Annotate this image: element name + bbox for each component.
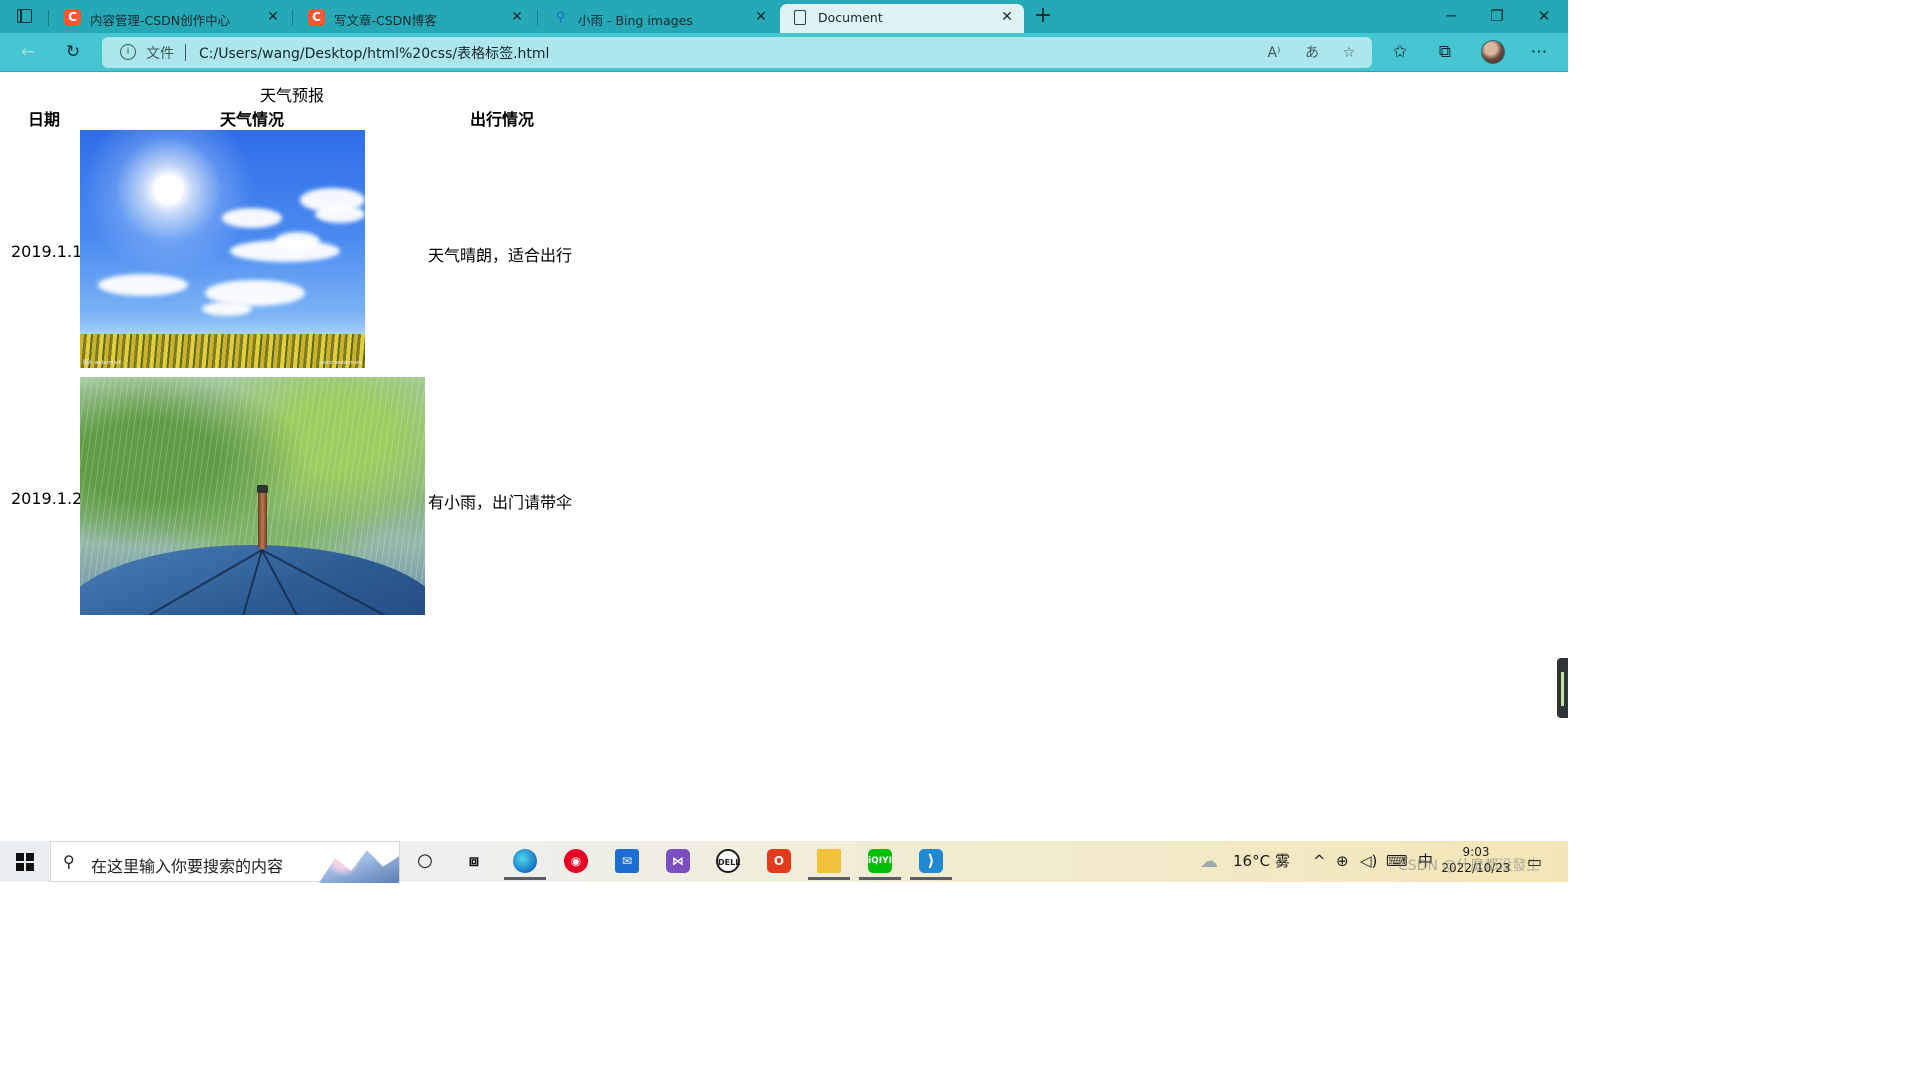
address-url[interactable]: C:/Users/wang/Desktop/html%20css/表格标签.ht… — [199, 43, 549, 63]
taskbar-search-placeholder: 在这里输入你要搜索的内容 — [91, 857, 284, 876]
taskbar-visual-studio[interactable]: ⋈ — [657, 844, 699, 880]
info-icon[interactable]: i — [120, 44, 136, 60]
tab-title: 小雨 - Bing images — [578, 13, 693, 28]
notification-icon[interactable]: ▭ — [1527, 841, 1542, 882]
network-globe-icon[interactable]: ⊕ — [1336, 841, 1349, 882]
tab-actions-icon — [17, 9, 32, 23]
row-2-travel: 有小雨，出门请带伞 — [428, 493, 573, 512]
weather-description: 雾 — [1275, 852, 1291, 870]
visual-studio-icon: ⋈ — [666, 849, 690, 873]
close-tab-icon[interactable]: ✕ — [508, 8, 526, 26]
taskbar-search[interactable]: ⚲ 在这里输入你要搜索的内容 — [50, 841, 400, 883]
browser-tab-strip: C 内容管理-CSDN创作中心 ✕ C 写文章-CSDN博客 ✕ ⚲ 小雨 - … — [0, 0, 1568, 33]
minimize-button[interactable]: ─ — [1428, 4, 1474, 28]
weather-temperature[interactable]: 16°C — [1233, 841, 1270, 882]
close-tab-icon[interactable]: ✕ — [998, 8, 1016, 26]
side-panel-handle[interactable] — [1557, 658, 1568, 718]
task-view-icon: ⧈ — [468, 851, 480, 870]
address-divider — [185, 44, 186, 61]
translate-icon[interactable]: あ — [1301, 42, 1323, 64]
running-indicator — [808, 877, 850, 880]
tab-document[interactable]: Document ✕ — [780, 4, 1024, 33]
taskbar-edge[interactable] — [504, 844, 546, 880]
back-arrow-icon[interactable]: ← — [17, 41, 39, 63]
profile-avatar[interactable] — [1481, 40, 1505, 64]
tab-title: 内容管理-CSDN创作中心 — [90, 13, 231, 28]
tab-bing-images[interactable]: ⚲ 小雨 - Bing images ✕ — [540, 4, 778, 33]
page-content: 天气预报 日期 天气情况 出行情况 2019.1.1 图片 watermark … — [0, 73, 1568, 841]
search-icon: ⚲ — [63, 852, 75, 871]
close-window-button[interactable]: ✕ — [1521, 4, 1567, 28]
taskbar-mail[interactable]: ✉ — [606, 844, 648, 880]
read-aloud-icon[interactable]: A⁾ — [1263, 42, 1285, 64]
address-bar[interactable]: i 文件 C:/Users/wang/Desktop/html%20css/表格… — [102, 37, 1372, 68]
task-view-button[interactable]: ⧈ — [453, 844, 495, 880]
csdn-watermark: CSDN @什麼都没發生 — [1398, 858, 1541, 874]
iqiyi-icon: iQIYI — [868, 849, 892, 873]
start-button[interactable] — [16, 853, 34, 871]
tab-separator — [537, 10, 538, 26]
tab-actions-menu-button[interactable] — [8, 6, 42, 28]
address-scheme-label: 文件 — [146, 46, 174, 62]
cortana-button[interactable]: ○ — [404, 844, 446, 880]
tab-title: Document — [818, 10, 883, 25]
header-weather: 天气情况 — [220, 110, 285, 129]
refresh-icon[interactable]: ↻ — [62, 41, 84, 63]
running-indicator — [859, 877, 901, 880]
tab-title: 写文章-CSDN博客 — [334, 13, 437, 28]
taskbar-netease-music[interactable]: ◉ — [555, 844, 597, 880]
new-tab-button[interactable]: + — [1031, 5, 1055, 29]
row-2-date: 2019.1.2 — [11, 489, 83, 508]
more-options-icon[interactable]: ⋯ — [1528, 41, 1550, 63]
search-icon: ⚲ — [555, 10, 566, 25]
vscode-icon: ⟩ — [919, 849, 943, 873]
search-highlight-art — [319, 850, 399, 883]
netease-music-icon: ◉ — [564, 849, 588, 873]
weather-cloud-icon[interactable]: ☁ — [1200, 841, 1226, 882]
restore-button[interactable]: ❐ — [1474, 4, 1520, 28]
running-indicator — [910, 877, 952, 880]
taskbar-dell[interactable]: DELL — [707, 844, 749, 880]
running-indicator — [504, 877, 546, 880]
table-caption: 天气预报 — [260, 86, 325, 105]
windows-logo-icon — [16, 853, 24, 861]
tab-csdn-content-management[interactable]: C 内容管理-CSDN创作中心 ✕ — [52, 4, 290, 33]
sunny-weather-image: 图片 watermark photo watermark — [80, 130, 365, 368]
document-icon — [794, 10, 806, 25]
cortana-icon: ○ — [417, 850, 433, 871]
header-date: 日期 — [28, 110, 61, 129]
close-tab-icon[interactable]: ✕ — [264, 8, 282, 26]
tab-separator — [292, 10, 293, 26]
csdn-icon: C — [308, 9, 325, 26]
tab-csdn-write-article[interactable]: C 写文章-CSDN博客 ✕ — [296, 4, 534, 33]
mail-icon: ✉ — [615, 849, 639, 873]
header-travel: 出行情况 — [470, 110, 535, 129]
folder-icon — [817, 849, 841, 873]
show-hidden-icons-icon[interactable]: ^ — [1313, 841, 1326, 882]
taskbar-vscode[interactable]: ⟩ — [910, 844, 952, 880]
office-icon: O — [767, 849, 791, 873]
browser-toolbar: ← ↻ i 文件 C:/Users/wang/Desktop/html%20cs… — [0, 33, 1568, 72]
collections-icon[interactable]: ⧉ — [1434, 41, 1456, 63]
taskbar-file-explorer[interactable] — [808, 844, 850, 880]
row-1-date: 2019.1.1 — [11, 242, 83, 261]
rainy-weather-image — [80, 377, 425, 615]
taskbar-office[interactable]: O — [758, 844, 800, 880]
dell-icon: DELL — [716, 849, 740, 873]
tab-separator — [48, 10, 49, 26]
csdn-icon: C — [64, 9, 81, 26]
row-1-travel: 天气晴朗，适合出行 — [428, 246, 573, 265]
close-tab-icon[interactable]: ✕ — [752, 8, 770, 26]
edge-icon — [513, 849, 537, 873]
favorites-icon[interactable]: ✩ — [1389, 41, 1411, 63]
volume-icon[interactable]: ◁) — [1360, 841, 1377, 882]
umbrella-shaft — [258, 489, 267, 549]
add-favorite-icon[interactable]: ☆ — [1338, 42, 1360, 64]
taskbar-iqiyi[interactable]: iQIYI — [859, 844, 901, 880]
windows-taskbar: ⚲ 在这里输入你要搜索的内容 ○ ⧈ ◉ ✉ ⋈ DELL O iQIYI ⟩ … — [0, 841, 1568, 883]
